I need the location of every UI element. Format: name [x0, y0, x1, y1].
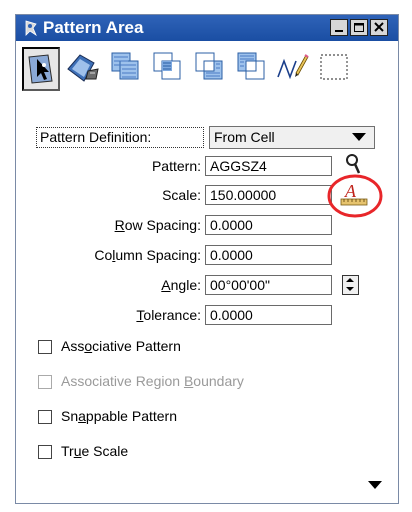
close-button[interactable]: [370, 19, 388, 36]
scale-label: Scale:: [162, 187, 201, 203]
window-title: Pattern Area: [43, 18, 144, 37]
row-spacing-label: Row Spacing:: [114, 217, 201, 233]
union-pattern-icon: [111, 52, 139, 80]
pattern-points-tool[interactable]: [274, 47, 312, 91]
true-scale-label[interactable]: True Scale: [61, 443, 128, 459]
flood-pattern-icon: [67, 54, 99, 82]
pattern-definition-dropdown[interactable]: From Cell: [209, 126, 375, 149]
maximize-button[interactable]: [350, 19, 368, 36]
pattern-toolbar: [22, 47, 392, 97]
overlap-pattern-icon: [237, 52, 265, 80]
close-icon: [374, 22, 384, 32]
minimize-button[interactable]: [330, 19, 348, 36]
intersection-pattern-icon: [153, 52, 181, 80]
pattern-element-tool[interactable]: [22, 47, 60, 91]
snappable-pattern-checkbox[interactable]: [38, 410, 52, 424]
points-pattern-icon: [277, 54, 309, 80]
cell-pattern-icon: [25, 20, 37, 36]
associative-region-boundary-label: Associative Region Boundary: [61, 373, 244, 389]
pattern-definition-value: From Cell: [214, 129, 275, 145]
associative-pattern-checkbox[interactable]: [38, 340, 52, 354]
pattern-area-window: Pattern Area Pattern Definition: From Ce…: [15, 14, 399, 504]
associative-region-boundary-checkbox[interactable]: [38, 375, 52, 389]
tolerance-input[interactable]: 0.0000: [205, 305, 332, 325]
tolerance-label: Tolerance:: [136, 307, 201, 323]
column-spacing-label: Column Spacing:: [94, 247, 201, 263]
row-spacing-input[interactable]: 0.0000: [205, 215, 332, 235]
pattern-definition-label: Pattern Definition:: [36, 127, 204, 148]
title-bar[interactable]: Pattern Area: [16, 15, 398, 41]
stepper-up-icon: [346, 278, 354, 282]
pattern-intersection-tool[interactable]: [148, 47, 186, 91]
pattern-element-icon: [28, 54, 53, 84]
pattern-label: Pattern:: [151, 158, 201, 174]
difference-pattern-icon: [195, 52, 223, 80]
angle-input[interactable]: 00°00'00": [205, 275, 332, 295]
pattern-fence-tool[interactable]: [232, 47, 270, 91]
pattern-flood-tool[interactable]: [64, 47, 102, 91]
pattern-difference-tool[interactable]: [190, 47, 228, 91]
column-spacing-input[interactable]: 0.0000: [205, 245, 332, 265]
expand-arrow-icon[interactable]: [368, 481, 382, 491]
angle-label: Angle:: [161, 277, 201, 293]
pattern-fence-dotted-tool[interactable]: [316, 47, 354, 91]
true-scale-checkbox[interactable]: [38, 445, 52, 459]
pattern-union-tool[interactable]: [106, 47, 144, 91]
scale-input[interactable]: 150.00000: [205, 185, 332, 205]
chevron-down-icon: [352, 133, 366, 141]
stepper-down-icon: [346, 287, 354, 291]
minimize-icon: [335, 30, 343, 32]
maximize-icon: [354, 23, 364, 32]
associative-pattern-label[interactable]: Associative Pattern: [61, 338, 181, 354]
angle-stepper[interactable]: [342, 275, 359, 295]
fence-icon: [320, 54, 348, 80]
pattern-input[interactable]: AGGSZ4: [205, 156, 332, 176]
snappable-pattern-label[interactable]: Snappable Pattern: [61, 408, 177, 424]
highlight-circle-annotation: [327, 174, 383, 218]
